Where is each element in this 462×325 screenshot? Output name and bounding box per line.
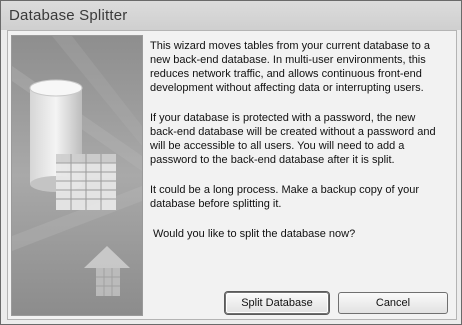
message-paragraph-2: If your database is protected with a pas… bbox=[150, 112, 436, 166]
wizard-illustration bbox=[11, 35, 143, 316]
message-paragraph-3: It could be a long process. Make a backu… bbox=[150, 184, 420, 210]
table-grid-icon bbox=[56, 154, 116, 210]
message-paragraph-1: This wizard moves tables from your curre… bbox=[150, 40, 431, 94]
dialog-client-area: This wizard moves tables from your curre… bbox=[7, 30, 457, 320]
split-question: Would you like to split the database now… bbox=[153, 228, 356, 240]
split-database-button[interactable]: Split Database bbox=[225, 292, 329, 314]
illustration-graphic bbox=[12, 36, 142, 315]
title-bar[interactable]: Database Splitter bbox=[1, 1, 461, 30]
cancel-button[interactable]: Cancel bbox=[338, 292, 448, 314]
database-splitter-window: Database Splitter This wizard moves tabl… bbox=[0, 0, 462, 325]
wizard-message: This wizard moves tables from your curre… bbox=[150, 39, 450, 257]
window-title: Database Splitter bbox=[9, 7, 128, 24]
